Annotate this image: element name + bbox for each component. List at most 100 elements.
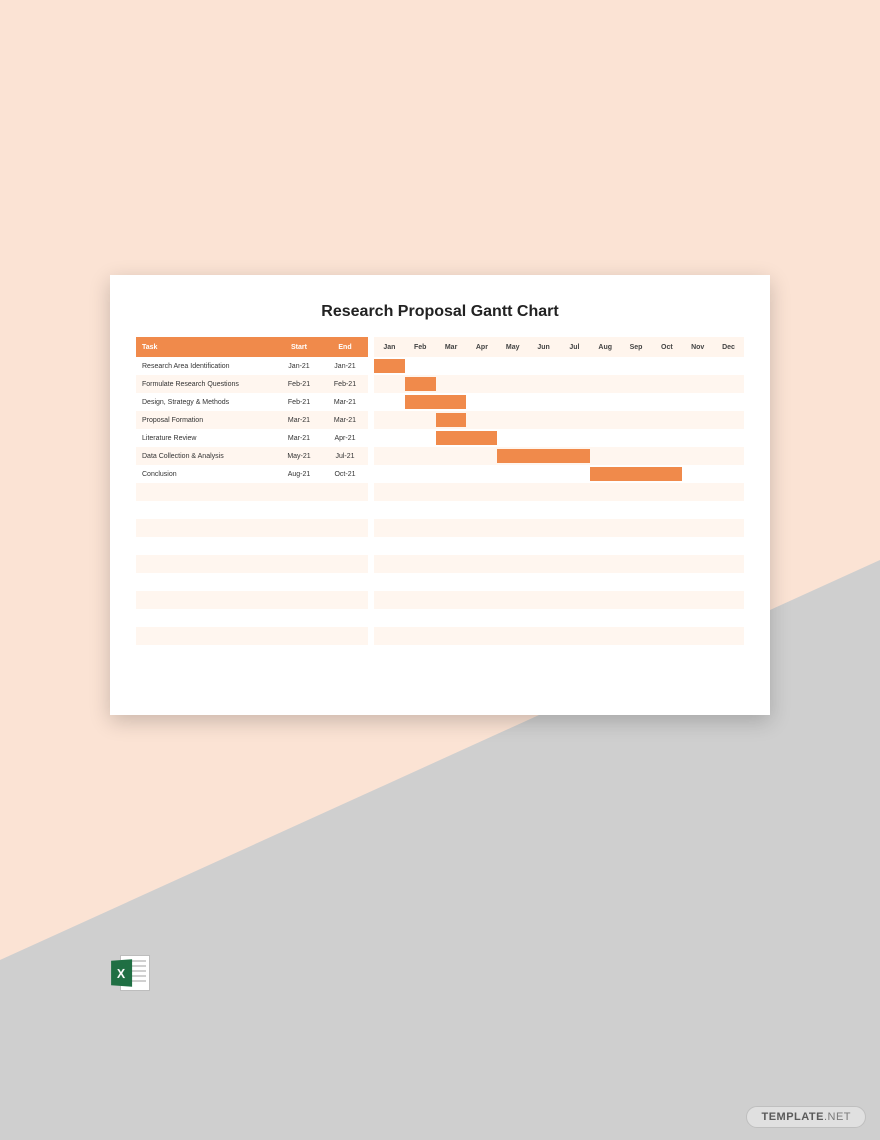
timeline-cell [374, 537, 405, 555]
cell-task [136, 627, 276, 645]
timeline [374, 483, 744, 501]
cell-end [322, 591, 368, 609]
table-row [136, 627, 744, 645]
header-month: Sep [621, 337, 652, 357]
timeline-cell [374, 375, 405, 393]
timeline [374, 357, 744, 375]
header-month: Jul [559, 337, 590, 357]
table-row [136, 609, 744, 627]
timeline-cell [405, 645, 436, 663]
timeline-cell [405, 483, 436, 501]
timeline-cell [590, 483, 621, 501]
table-row: Research Area IdentificationJan-21Jan-21 [136, 357, 744, 375]
chart-title: Research Proposal Gantt Chart [136, 303, 744, 321]
header-month: Mar [436, 337, 467, 357]
stage: Research Proposal Gantt Chart Task Start… [0, 0, 880, 1140]
timeline-cell [436, 645, 467, 663]
timeline [374, 627, 744, 645]
timeline-cell [466, 447, 497, 465]
timeline-cell [436, 501, 467, 519]
timeline-cell [713, 447, 744, 465]
cell-start [276, 609, 322, 627]
timeline-cell [559, 645, 590, 663]
timeline-cell [651, 393, 682, 411]
timeline-cell [405, 465, 436, 483]
timeline-cell [528, 591, 559, 609]
timeline-cell [405, 609, 436, 627]
cell-task [136, 591, 276, 609]
timeline-cell [497, 501, 528, 519]
gantt-chart: Task Start End JanFebMarAprMayJunJulAugS… [136, 337, 744, 663]
timeline-cell [405, 411, 436, 429]
timeline-cell [374, 573, 405, 591]
cell-task: Design, Strategy & Methods [136, 393, 276, 411]
header-month: Oct [651, 337, 682, 357]
cell-start: Jan-21 [276, 357, 322, 375]
cell-task [136, 501, 276, 519]
timeline-cell [682, 591, 713, 609]
timeline-cell [559, 393, 590, 411]
cell-task: Research Area Identification [136, 357, 276, 375]
timeline-cell [621, 591, 652, 609]
timeline-cell [590, 375, 621, 393]
timeline-cell [621, 429, 652, 447]
timeline-cell [374, 627, 405, 645]
timeline-cell [374, 555, 405, 573]
cell-start: Mar-21 [276, 411, 322, 429]
header-task: Task [136, 337, 276, 357]
timeline-cell [713, 429, 744, 447]
timeline-cell [651, 501, 682, 519]
header-month: May [497, 337, 528, 357]
timeline-cell [436, 357, 467, 375]
timeline-cell [559, 357, 590, 375]
timeline-cell [405, 573, 436, 591]
timeline-cell [497, 357, 528, 375]
table-row [136, 645, 744, 663]
timeline-cell [651, 591, 682, 609]
cell-start [276, 501, 322, 519]
timeline-cell [497, 429, 528, 447]
timeline-cell [374, 591, 405, 609]
timeline-cell [528, 555, 559, 573]
timeline [374, 501, 744, 519]
header-month: Jun [528, 337, 559, 357]
timeline-cell [713, 465, 744, 483]
timeline-cell [651, 537, 682, 555]
timeline-cell [590, 357, 621, 375]
timeline-cell [405, 627, 436, 645]
timeline-cell [466, 357, 497, 375]
timeline-cell [436, 573, 467, 591]
header-month: Feb [405, 337, 436, 357]
timeline-cell [466, 627, 497, 645]
timeline-cell [651, 627, 682, 645]
timeline-cell [497, 627, 528, 645]
timeline-cell [590, 609, 621, 627]
timeline-cell [466, 645, 497, 663]
header-row: Task Start End JanFebMarAprMayJunJulAugS… [136, 337, 744, 357]
timeline-cell [528, 375, 559, 393]
timeline-cell [528, 573, 559, 591]
timeline-cell [651, 375, 682, 393]
timeline [374, 573, 744, 591]
watermark-bold: TEMPLATE [761, 1111, 823, 1123]
timeline-cell [621, 645, 652, 663]
timeline-cell [374, 483, 405, 501]
timeline-cell [682, 501, 713, 519]
timeline-cell [528, 393, 559, 411]
timeline-cell [497, 483, 528, 501]
cell-end [322, 573, 368, 591]
timeline-cell [713, 357, 744, 375]
header-month: Nov [682, 337, 713, 357]
cell-end: Apr-21 [322, 429, 368, 447]
cell-start [276, 573, 322, 591]
timeline-cell [528, 357, 559, 375]
timeline-cell [466, 573, 497, 591]
timeline-cell [713, 591, 744, 609]
table-row: Literature ReviewMar-21Apr-21 [136, 429, 744, 447]
timeline-cell [621, 519, 652, 537]
timeline-cell [374, 465, 405, 483]
timeline [374, 591, 744, 609]
timeline-cell [682, 645, 713, 663]
cell-task [136, 483, 276, 501]
timeline-cell [436, 627, 467, 645]
